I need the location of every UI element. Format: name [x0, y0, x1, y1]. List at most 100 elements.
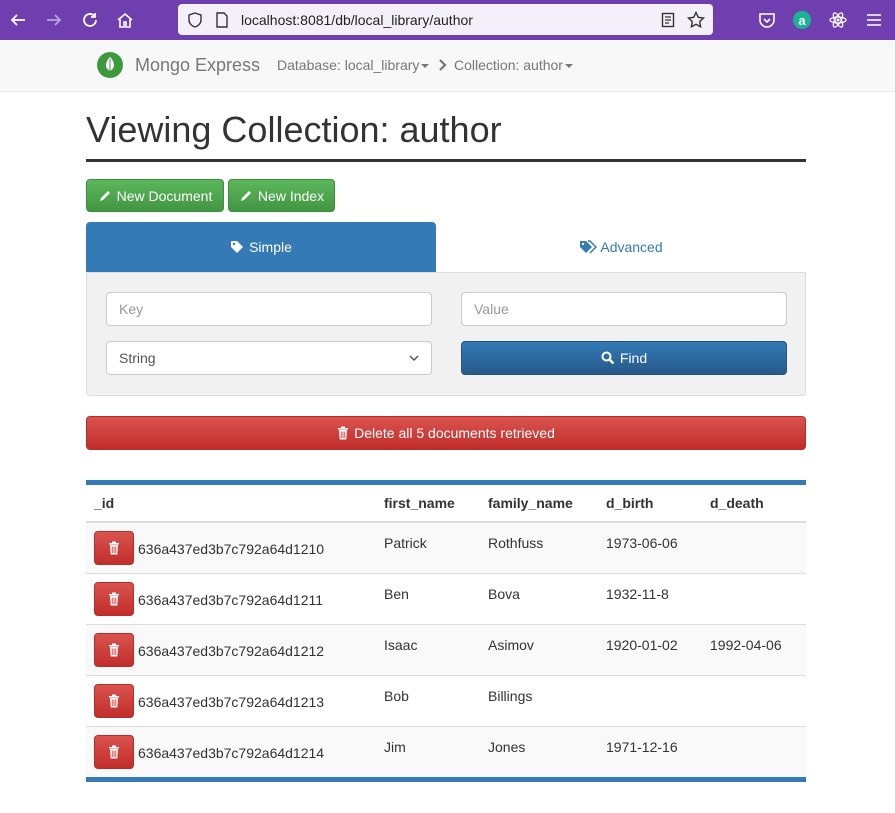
first-name-value: Bob: [384, 687, 409, 704]
d-death-cell[interactable]: 1992-04-06: [702, 623, 806, 675]
document-id[interactable]: 636a437ed3b7c792a64d1211: [138, 590, 323, 608]
family-name-cell[interactable]: Billings: [480, 674, 598, 726]
first-name-value: Isaac: [384, 636, 418, 653]
table-row[interactable]: 636a437ed3b7c792a64d1212 Isaac Asimov 19…: [86, 623, 806, 675]
column-header-id[interactable]: _id: [86, 485, 376, 523]
d-birth-cell[interactable]: 1971-12-16: [598, 725, 702, 777]
caret-down-icon: [564, 64, 573, 69]
reload-icon: [83, 13, 97, 27]
first-name-cell[interactable]: Jim: [376, 725, 480, 777]
brand-link[interactable]: Mongo Express: [135, 55, 260, 76]
url-bar[interactable]: localhost:8081/db/local_library/author: [178, 4, 713, 35]
chevron-right-icon: [439, 59, 447, 71]
family-name-value: Asimov: [488, 636, 534, 653]
first-name-value: Ben: [384, 585, 409, 602]
arrow-right-icon: [47, 14, 62, 26]
mongo-leaf-icon: [97, 52, 123, 78]
tab-simple-label: Simple: [249, 239, 292, 255]
id-cell: 636a437ed3b7c792a64d1214: [86, 725, 376, 777]
find-button[interactable]: Find: [461, 341, 787, 375]
url-text: localhost:8081/db/local_library/author: [241, 12, 473, 28]
d-death-cell[interactable]: [702, 674, 806, 726]
trash-icon: [109, 745, 119, 758]
first-name-cell[interactable]: Isaac: [376, 623, 480, 675]
column-header-d-birth[interactable]: d_birth: [598, 485, 702, 523]
delete-document-button[interactable]: [94, 632, 134, 667]
d-death-value: 1992-04-06: [710, 636, 782, 653]
d-birth-cell[interactable]: [598, 674, 702, 726]
table-row[interactable]: 636a437ed3b7c792a64d1210 Patrick Rothfus…: [86, 521, 806, 573]
value-input[interactable]: Value: [461, 292, 787, 326]
pocket-button[interactable]: [755, 8, 779, 32]
family-name-value: Jones: [488, 738, 526, 755]
tab-advanced[interactable]: Advanced: [436, 222, 806, 272]
d-death-value: [710, 676, 798, 688]
d-birth-cell[interactable]: 1932-11-8: [598, 572, 702, 624]
collection-dropdown[interactable]: Collection: author: [454, 57, 573, 73]
type-selected-value: String: [119, 350, 156, 366]
extension-a-button[interactable]: a: [790, 8, 814, 32]
new-document-button[interactable]: New Document: [86, 179, 224, 212]
d-birth-cell[interactable]: 1920-01-02: [598, 623, 702, 675]
reader-view-icon[interactable]: [661, 12, 675, 28]
url-path: :8081/db/local_library/author: [296, 12, 473, 28]
family-name-cell[interactable]: Jones: [480, 725, 598, 777]
d-death-value: [710, 523, 798, 535]
new-index-button[interactable]: New Index: [228, 179, 335, 212]
url-host: localhost: [241, 12, 297, 28]
trash-icon: [109, 592, 119, 605]
family-name-cell[interactable]: Rothfuss: [480, 521, 598, 573]
delete-document-button[interactable]: [94, 581, 134, 616]
database-dropdown[interactable]: Database: local_library: [277, 57, 430, 73]
family-name-cell[interactable]: Asimov: [480, 623, 598, 675]
menu-button[interactable]: [862, 8, 886, 32]
family-name-cell[interactable]: Bova: [480, 572, 598, 624]
forward-button[interactable]: [42, 8, 66, 32]
delete-document-button[interactable]: [94, 531, 134, 565]
reload-button[interactable]: [78, 8, 102, 32]
delete-document-button[interactable]: [94, 683, 134, 718]
d-birth-value: 1971-12-16: [606, 738, 678, 755]
document-id[interactable]: 636a437ed3b7c792a64d1213: [138, 692, 324, 710]
key-input[interactable]: Key: [106, 292, 432, 326]
id-cell: 636a437ed3b7c792a64d1211: [86, 572, 376, 624]
extension-a-icon: a: [793, 11, 811, 29]
d-death-value: [710, 727, 798, 739]
document-id[interactable]: 636a437ed3b7c792a64d1212: [138, 641, 324, 659]
family-name-value: Billings: [488, 687, 533, 704]
column-header-family-name[interactable]: family_name: [480, 485, 598, 523]
collection-label: Collection: author: [454, 57, 563, 73]
chevron-down-icon: [409, 355, 419, 362]
tab-simple[interactable]: Simple: [86, 222, 436, 272]
table-row[interactable]: 636a437ed3b7c792a64d1214 Jim Jones 1971-…: [86, 725, 806, 777]
column-header-first-name[interactable]: first_name: [376, 485, 480, 523]
table-row[interactable]: 636a437ed3b7c792a64d1213 Bob Billings: [86, 674, 806, 726]
type-select[interactable]: String: [106, 341, 432, 375]
arrow-left-icon: [10, 14, 25, 26]
d-death-value: [710, 574, 798, 586]
shield-icon[interactable]: [187, 12, 203, 28]
react-devtools-button[interactable]: [826, 8, 850, 32]
document-id[interactable]: 636a437ed3b7c792a64d1214: [138, 743, 324, 761]
star-icon[interactable]: [687, 11, 705, 29]
table-row[interactable]: 636a437ed3b7c792a64d1211 Ben Bova 1932-1…: [86, 572, 806, 624]
tags-icon: [580, 240, 598, 254]
simple-search-panel: Key Value String Find: [86, 272, 806, 396]
delete-all-button[interactable]: Delete all 5 documents retrieved: [86, 416, 806, 450]
page-icon[interactable]: [215, 12, 229, 28]
first-name-cell[interactable]: Ben: [376, 572, 480, 624]
back-button[interactable]: [6, 8, 30, 32]
d-birth-cell[interactable]: 1973-06-06: [598, 521, 702, 573]
first-name-cell[interactable]: Bob: [376, 674, 480, 726]
delete-document-button[interactable]: [94, 734, 134, 769]
id-cell: 636a437ed3b7c792a64d1212: [86, 623, 376, 675]
d-death-cell[interactable]: [702, 572, 806, 624]
column-header-d-death[interactable]: d_death: [702, 485, 806, 523]
home-button[interactable]: [113, 8, 137, 32]
document-id[interactable]: 636a437ed3b7c792a64d1210: [138, 539, 324, 557]
d-death-cell[interactable]: [702, 725, 806, 777]
value-placeholder: Value: [474, 301, 509, 317]
first-name-cell[interactable]: Patrick: [376, 521, 480, 573]
d-death-cell[interactable]: [702, 521, 806, 573]
d-birth-value: [606, 676, 694, 688]
